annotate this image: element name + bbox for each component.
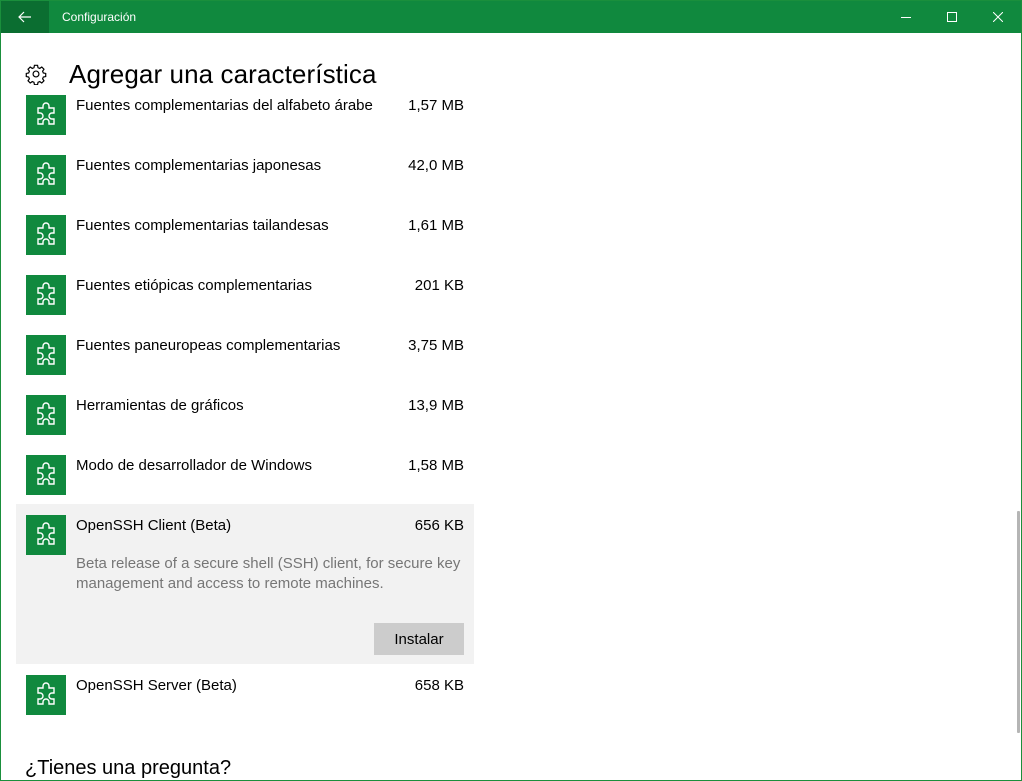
puzzle-icon xyxy=(26,395,66,435)
feature-name: Fuentes complementarias tailandesas xyxy=(76,217,329,234)
window-title: Configuración xyxy=(62,10,137,24)
feature-name: Herramientas de gráficos xyxy=(76,397,244,414)
back-arrow-icon xyxy=(18,11,31,23)
puzzle-icon xyxy=(26,455,66,495)
list-item-selected[interactable]: OpenSSH Client (Beta) 656 KB Beta releas… xyxy=(16,504,474,664)
feature-name: Fuentes paneuropeas complementarias xyxy=(76,337,341,354)
close-button[interactable] xyxy=(975,1,1021,33)
feature-name: Modo de desarrollador de Windows xyxy=(76,457,312,474)
list-item[interactable]: Fuentes etiópicas complementarias 201 KB xyxy=(16,274,474,334)
puzzle-icon xyxy=(26,275,66,315)
help-question-heading: ¿Tienes una pregunta? xyxy=(25,757,232,779)
feature-name: OpenSSH Server (Beta) xyxy=(76,677,237,694)
scrollbar[interactable] xyxy=(1017,511,1020,733)
puzzle-icon xyxy=(26,155,66,195)
feature-size: 42,0 MB xyxy=(408,157,464,174)
feature-size: 1,58 MB xyxy=(408,457,464,474)
settings-window: Configuración Agregar una característica xyxy=(0,0,1022,781)
minimize-icon xyxy=(901,17,911,18)
list-item[interactable]: Herramientas de gráficos 13,9 MB xyxy=(16,394,474,454)
gear-icon xyxy=(25,64,47,85)
feature-name: Fuentes etiópicas complementarias xyxy=(76,277,312,294)
feature-size: 1,61 MB xyxy=(408,217,464,234)
feature-name: OpenSSH Client (Beta) xyxy=(76,517,232,534)
back-button[interactable] xyxy=(1,1,49,33)
maximize-icon xyxy=(947,12,957,22)
list-item[interactable]: Fuentes paneuropeas complementarias 3,75… xyxy=(16,334,474,394)
feature-list: Fuentes complementarias del alfabeto ára… xyxy=(16,94,474,722)
feature-size: 658 KB xyxy=(414,677,464,694)
list-item[interactable]: OpenSSH Server (Beta) 658 KB xyxy=(16,664,474,722)
feature-size: 1,57 MB xyxy=(408,97,464,114)
maximize-button[interactable] xyxy=(929,1,975,33)
close-icon xyxy=(993,12,1003,22)
page-title: Agregar una característica xyxy=(69,58,377,89)
puzzle-icon xyxy=(26,675,66,715)
install-button[interactable]: Instalar xyxy=(374,623,464,655)
feature-size: 3,75 MB xyxy=(408,337,464,354)
puzzle-icon xyxy=(26,215,66,255)
list-item[interactable]: Fuentes complementarias japonesas 42,0 M… xyxy=(16,154,474,214)
minimize-button[interactable] xyxy=(883,1,929,33)
feature-size: 656 KB xyxy=(414,517,464,534)
feature-size: 201 KB xyxy=(414,277,464,294)
puzzle-icon xyxy=(26,335,66,375)
list-item[interactable]: Fuentes complementarias tailandesas 1,61… xyxy=(16,214,474,274)
feature-name: Fuentes complementarias japonesas xyxy=(76,157,322,174)
puzzle-icon xyxy=(26,95,66,135)
feature-name: Fuentes complementarias del alfabeto ára… xyxy=(76,97,373,114)
feature-description: Beta release of a secure shell (SSH) cli… xyxy=(76,555,461,592)
puzzle-icon xyxy=(26,515,66,555)
feature-size: 13,9 MB xyxy=(408,397,464,414)
list-item[interactable]: Fuentes complementarias del alfabeto ára… xyxy=(16,94,474,154)
page-header: Agregar una característica xyxy=(25,57,377,91)
title-bar: Configuración xyxy=(1,1,1021,33)
